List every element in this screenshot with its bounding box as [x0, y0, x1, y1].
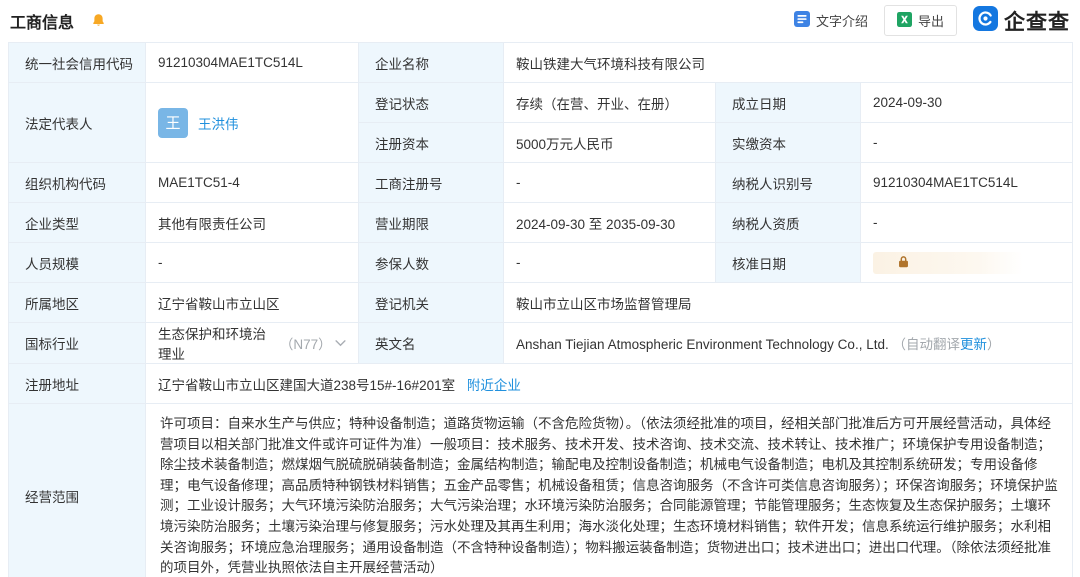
company-type-value: 其他有限责任公司 — [146, 203, 359, 243]
biz-reg-no-label: 工商注册号 — [359, 163, 504, 203]
legal-rep-link[interactable]: 王洪伟 — [198, 113, 239, 133]
table-row: 统一社会信用代码 91210304MAE1TC514L 企业名称 鞍山铁建大气环… — [9, 43, 1073, 83]
business-info-panel: 工商信息 文字介绍 — [0, 0, 1080, 577]
auto-translate-note-close: ） — [987, 337, 1001, 352]
english-name-label: 英文名 — [359, 323, 504, 364]
org-code-value: MAE1TC51-4 — [146, 163, 359, 203]
nearby-companies-link[interactable]: 附近企业 — [467, 378, 521, 393]
paid-capital-value: - — [861, 123, 1073, 163]
org-code-label: 组织机构代码 — [9, 163, 146, 203]
chevron-down-icon[interactable] — [335, 340, 346, 347]
biz-term-value: 2024-09-30 至 2035-09-30 — [504, 203, 716, 243]
unified-code-value: 91210304MAE1TC514L — [146, 43, 359, 83]
text-intro-icon — [794, 11, 810, 30]
table-row: 组织机构代码 MAE1TC51-4 工商注册号 - 纳税人识别号 9121030… — [9, 163, 1073, 203]
paid-capital-label: 实缴资本 — [716, 123, 861, 163]
lock-icon — [897, 255, 910, 271]
industry-code: （N77） — [280, 333, 325, 353]
table-row: 人员规模 - 参保人数 - 核准日期 — [9, 243, 1073, 283]
industry-label: 国标行业 — [9, 323, 146, 364]
taxpayer-id-value: 91210304MAE1TC514L — [861, 163, 1073, 203]
section-header: 工商信息 文字介绍 — [0, 0, 1080, 42]
taxpayer-qual-value: - — [861, 203, 1073, 243]
table-row: 所属地区 辽宁省鞍山市立山区 登记机关 鞍山市立山区市场监督管理局 — [9, 283, 1073, 323]
reg-status-value: 存续（在营、开业、在册） — [504, 83, 716, 123]
approval-date-label: 核准日期 — [716, 243, 861, 283]
region-value: 辽宁省鞍山市立山区 — [146, 283, 359, 323]
hidden-value-pill[interactable] — [873, 252, 1023, 274]
reg-status-label: 登记状态 — [359, 83, 504, 123]
company-name-value: 鞍山铁建大气环境科技有限公司 — [504, 43, 1073, 83]
unified-code-label: 统一社会信用代码 — [9, 43, 146, 83]
approval-date-value — [861, 243, 1073, 283]
table-row: 经营范围 许可项目：自来水生产与供应；特种设备制造；道路货物运输（不含危险货物）… — [9, 404, 1073, 577]
taxpayer-qual-label: 纳税人资质 — [716, 203, 861, 243]
region-label: 所属地区 — [9, 283, 146, 323]
reg-capital-value: 5000万元人民币 — [504, 123, 716, 163]
insured-count-label: 参保人数 — [359, 243, 504, 283]
legal-rep-avatar[interactable]: 王 — [158, 108, 188, 138]
reg-address-label: 注册地址 — [9, 364, 146, 404]
industry-name: 生态保护和环境治理业 — [158, 323, 276, 363]
english-name-value: Anshan Tiejian Atmospheric Environment T… — [504, 323, 1073, 364]
establish-date-value: 2024-09-30 — [861, 83, 1073, 123]
staff-size-value: - — [146, 243, 359, 283]
qichacha-brand-name: 企查查 — [1004, 6, 1070, 36]
export-label: 导出 — [918, 11, 944, 30]
auto-translate-note: （自动翻译 — [892, 337, 960, 352]
translate-update-link[interactable]: 更新 — [960, 337, 987, 352]
biz-term-label: 营业期限 — [359, 203, 504, 243]
qichacha-logo[interactable]: 企查查 — [973, 6, 1070, 36]
table-row: 国标行业 生态保护和环境治理业 （N77） 英文名 Anshan Tiejian… — [9, 323, 1073, 364]
reg-capital-label: 注册资本 — [359, 123, 504, 163]
taxpayer-id-label: 纳税人识别号 — [716, 163, 861, 203]
establish-date-label: 成立日期 — [716, 83, 861, 123]
business-info-table: 统一社会信用代码 91210304MAE1TC514L 企业名称 鞍山铁建大气环… — [8, 42, 1073, 577]
reg-authority-value: 鞍山市立山区市场监督管理局 — [504, 283, 1073, 323]
legal-rep-label: 法定代表人 — [9, 83, 146, 163]
industry-value: 生态保护和环境治理业 （N77） — [146, 323, 359, 364]
text-intro-button[interactable]: 文字介绍 — [794, 11, 868, 30]
reg-address-value: 辽宁省鞍山市立山区建国大道238号15#-16#201室 附近企业 — [146, 364, 1073, 404]
biz-reg-no-value: - — [504, 163, 716, 203]
staff-size-label: 人员规模 — [9, 243, 146, 283]
biz-scope-value: 许可项目：自来水生产与供应；特种设备制造；道路货物运输（不含危险货物）。（依法须… — [146, 404, 1073, 577]
qichacha-logo-icon — [973, 6, 998, 36]
header-actions: 文字介绍 导出 企查查 — [794, 5, 1070, 36]
company-type-label: 企业类型 — [9, 203, 146, 243]
legal-rep-cell: 王 王洪伟 — [146, 83, 359, 163]
table-row: 企业类型 其他有限责任公司 营业期限 2024-09-30 至 2035-09-… — [9, 203, 1073, 243]
biz-scope-label: 经营范围 — [9, 404, 146, 577]
english-name-text: Anshan Tiejian Atmospheric Environment T… — [516, 337, 889, 352]
excel-icon — [897, 12, 912, 30]
export-button[interactable]: 导出 — [884, 5, 957, 36]
text-intro-label: 文字介绍 — [816, 11, 868, 30]
insured-count-value: - — [504, 243, 716, 283]
section-title: 工商信息 — [10, 9, 74, 33]
table-row: 法定代表人 王 王洪伟 登记状态 存续（在营、开业、在册） 成立日期 2024-… — [9, 83, 1073, 123]
company-name-label: 企业名称 — [359, 43, 504, 83]
reg-address-text: 辽宁省鞍山市立山区建国大道238号15#-16#201室 — [158, 378, 455, 393]
bell-icon[interactable] — [91, 13, 106, 28]
table-row: 注册地址 辽宁省鞍山市立山区建国大道238号15#-16#201室 附近企业 — [9, 364, 1073, 404]
reg-authority-label: 登记机关 — [359, 283, 504, 323]
